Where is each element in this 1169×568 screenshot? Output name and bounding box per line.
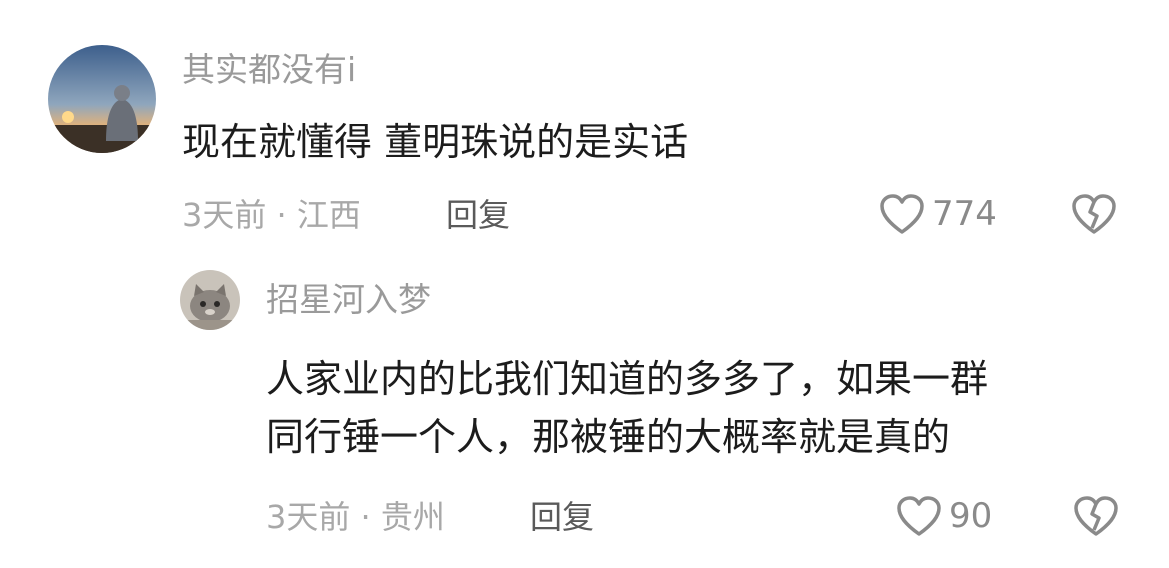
comment-thread: 其实都没有i 现在就懂得 董明珠说的是实话 3天前 · 江西 回复 774 招星… — [0, 0, 1169, 568]
broken-heart-icon — [1072, 194, 1116, 234]
comment-username[interactable]: 招星河入梦 — [266, 280, 431, 320]
heart-outline-icon — [897, 496, 941, 536]
like-count: 774 — [932, 194, 997, 234]
dislike-button[interactable] — [1070, 192, 1118, 236]
like-count: 90 — [949, 496, 993, 536]
comment-text-line: 同行锤一个人，那被锤的大概率就是真的 — [266, 415, 951, 459]
comment-meta: 3天前 · 贵州 — [266, 498, 445, 536]
avatar[interactable] — [180, 270, 240, 330]
comment-text-line: 人家业内的比我们知道的多多了，如果一群 — [266, 357, 989, 401]
comment-text: 人家业内的比我们知道的多多了，如果一群 同行锤一个人，那被锤的大概率就是真的 — [266, 350, 1146, 466]
reply-button[interactable]: 回复 — [446, 195, 510, 235]
heart-outline-icon — [880, 194, 924, 234]
like-button[interactable]: 774 — [878, 192, 997, 236]
broken-heart-icon — [1074, 496, 1118, 536]
comment-username[interactable]: 其实都没有i — [182, 50, 356, 90]
like-button[interactable]: 90 — [895, 494, 992, 538]
comment-text: 现在就懂得 董明珠说的是实话 — [182, 120, 689, 164]
dislike-button[interactable] — [1072, 494, 1120, 538]
avatar[interactable] — [48, 45, 156, 153]
cat-avatar-image — [180, 270, 240, 330]
reply-button[interactable]: 回复 — [530, 497, 594, 537]
comment-meta: 3天前 · 江西 — [182, 196, 361, 234]
sunset-avatar-image — [48, 45, 156, 153]
